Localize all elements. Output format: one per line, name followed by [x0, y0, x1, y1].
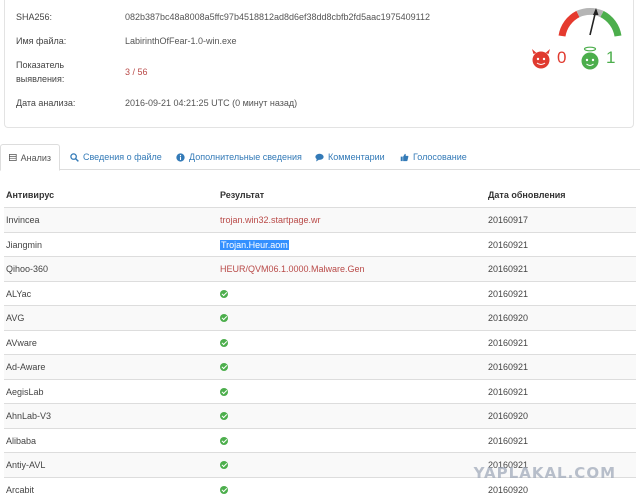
devil-icon	[532, 49, 550, 69]
antivirus-name: ALYac	[6, 288, 32, 299]
table-row: Invincea trojan.win32.startpage.wr 20160…	[4, 207, 636, 232]
update-date: 20160921	[488, 435, 529, 446]
update-date: 20160921	[488, 386, 529, 397]
tab-bar: Анализ Сведения о файле Дополнительные с…	[0, 144, 640, 171]
antivirus-name: Alibaba	[6, 435, 37, 446]
selected-text[interactable]: Trojan.Heur.aom	[220, 239, 289, 250]
watermark-text: YAPLAKAL.COM	[473, 464, 616, 482]
table-icon	[9, 154, 17, 161]
table-row: Qihoo-360 HEUR/QVM06.1.0000.Malware.Gen …	[4, 256, 636, 281]
detection-result: trojan.win32.startpage.wr	[220, 215, 321, 225]
check-circle-icon	[220, 314, 228, 322]
table-row: ALYac 20160921	[4, 280, 636, 306]
comment-icon	[315, 153, 324, 162]
update-date: 20160921	[488, 239, 529, 250]
detection-ratio-label-line2: выявления:	[16, 74, 65, 84]
harmless-votes-count: 1	[606, 48, 616, 67]
tab-votes[interactable]: Голосование	[392, 144, 475, 170]
file-name-label: Имя файла:	[16, 36, 67, 46]
table-row: AVware 20160921	[4, 329, 636, 355]
clean-result	[220, 478, 228, 502]
update-date: 20160921	[488, 264, 529, 274]
antivirus-name: Jiangmin	[6, 239, 43, 250]
analysis-date-row: Дата анализа: 2016-09-21 04:21:25 UTC (0…	[16, 96, 297, 110]
table-row: AhnLab-V3 20160920	[4, 403, 636, 428]
check-circle-icon	[220, 387, 228, 396]
check-circle-icon	[220, 461, 228, 469]
header-result: Результат	[220, 190, 265, 200]
detection-result: HEUR/QVM06.1.0000.Malware.Gen	[220, 264, 365, 274]
tab-additional-info-label: Дополнительные сведения	[189, 152, 302, 162]
antivirus-name: AVware	[6, 337, 37, 348]
antivirus-name: AVG	[6, 313, 25, 323]
table-header-row: Антивирус Результат Дата обновления	[4, 183, 636, 207]
sha256-row: SHA256: 082b387bc48a8008a5ffc97b4518812a…	[16, 10, 430, 24]
tab-file-details[interactable]: Сведения о файле	[62, 144, 170, 170]
update-date: 20160921	[488, 337, 529, 348]
detection-ratio-value: 3 / 56	[125, 67, 148, 77]
update-date: 20160920	[488, 411, 529, 421]
update-date: 20160917	[488, 215, 529, 225]
tab-analysis[interactable]: Анализ	[0, 144, 60, 171]
angel-icon	[581, 46, 599, 70]
tab-comments[interactable]: Комментарии	[307, 144, 393, 170]
update-date: 20160920	[488, 313, 529, 323]
table-row: AegisLab 20160921	[4, 378, 636, 404]
file-name-row: Имя файла: LabirinthOfFear-1.0-win.exe	[16, 34, 237, 48]
antivirus-name: AhnLab-V3	[6, 411, 52, 421]
clean-result	[220, 306, 228, 330]
check-circle-icon	[220, 436, 228, 445]
antivirus-name: Arcabit	[6, 484, 35, 495]
check-circle-icon	[220, 338, 228, 347]
av-results-table: Антивирус Результат Дата обновления Invi…	[4, 183, 636, 501]
malicious-votes-count: 0	[557, 48, 567, 67]
table-row: Ad-Aware 20160921	[4, 354, 636, 379]
thumbs-icon	[400, 153, 409, 161]
analysis-date-label: Дата анализа:	[16, 98, 76, 108]
clean-result	[220, 331, 228, 355]
file-name-value: LabirinthOfFear-1.0-win.exe	[125, 36, 237, 46]
clean-result	[220, 404, 228, 428]
detection-result[interactable]: Trojan.Heur.aom	[220, 233, 289, 257]
clean-result	[220, 429, 228, 453]
update-date: 20160921	[488, 288, 529, 299]
update-date: 20160921	[488, 362, 529, 372]
info-circle-icon	[176, 152, 185, 162]
sha256-label: SHA256:	[16, 12, 53, 22]
detection-ratio-row: Показатель выявления: 3 / 56	[16, 58, 148, 86]
tab-votes-label: Голосование	[413, 152, 467, 162]
clean-result	[220, 282, 228, 306]
header-antivirus: Антивирус	[6, 190, 55, 200]
antivirus-name: Antiy-AVL	[6, 460, 46, 470]
detection-ratio-label-line1: Показатель	[16, 60, 65, 70]
detection-ratio-label: Показатель выявления:	[16, 58, 125, 86]
tab-analysis-label: Анализ	[20, 152, 51, 163]
tab-comments-label: Комментарии	[328, 152, 385, 162]
check-circle-icon	[220, 289, 228, 298]
table-row: AVG 20160920	[4, 305, 636, 330]
table-row: Alibaba 20160921	[4, 427, 636, 453]
sha256-value: 082b387bc48a8008a5ffc97b4518812ad8d6ef38…	[125, 12, 430, 22]
community-score-gauge	[532, 8, 622, 70]
tab-additional-info[interactable]: Дополнительные сведения	[168, 144, 310, 170]
antivirus-name: Invincea	[6, 215, 40, 225]
header-update-date: Дата обновления	[488, 190, 566, 200]
antivirus-name: Qihoo-360	[6, 264, 49, 274]
antivirus-name: AegisLab	[6, 386, 44, 397]
clean-result	[220, 453, 228, 477]
check-circle-icon	[220, 485, 228, 494]
antivirus-name: Ad-Aware	[6, 362, 46, 372]
search-icon	[70, 152, 79, 162]
table-row: Jiangmin Trojan.Heur.aom 20160921	[4, 231, 636, 257]
check-circle-icon	[220, 412, 228, 420]
check-circle-icon	[220, 363, 228, 371]
clean-result	[220, 355, 228, 379]
clean-result	[220, 380, 228, 404]
tab-file-details-label: Сведения о файле	[83, 152, 162, 162]
analysis-date-value: 2016-09-21 04:21:25 UTC (0 минут назад)	[125, 98, 298, 108]
